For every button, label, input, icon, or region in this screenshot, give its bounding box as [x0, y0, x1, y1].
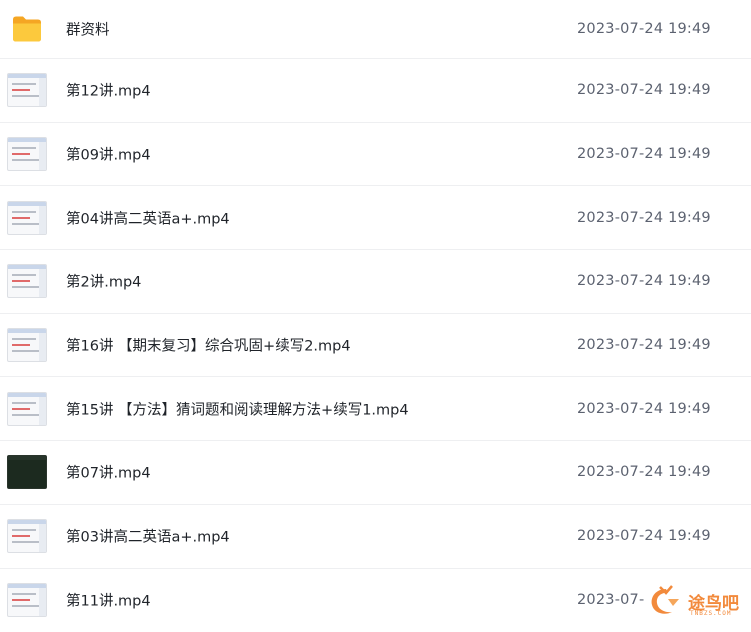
file-date: 2023-07-24 19:49 — [577, 82, 711, 98]
list-item[interactable]: 第15讲 【方法】猜词题和阅读理解方法+续写1.mp4 2023-07-24 1… — [0, 377, 751, 441]
video-thumbnail — [7, 583, 47, 617]
list-item[interactable]: 第2讲.mp4 2023-07-24 19:49 — [0, 250, 751, 314]
watermark-logo-icon — [646, 583, 686, 619]
video-thumbnail — [7, 264, 47, 298]
file-date: 2023-07-24 19:49 — [577, 464, 711, 480]
list-item[interactable]: 群资料 2023-07-24 19:49 — [0, 0, 751, 59]
folder-icon — [11, 16, 43, 43]
list-item[interactable]: 第09讲.mp4 2023-07-24 19:49 — [0, 123, 751, 187]
watermark: 途鸟吧 TNBZS.COM — [646, 583, 746, 619]
video-thumbnail — [7, 137, 47, 171]
list-item[interactable]: 第11讲.mp4 2023-07- — [0, 569, 751, 632]
list-item[interactable]: 第16讲 【期末复习】综合巩固+续写2.mp4 2023-07-24 19:49 — [0, 314, 751, 378]
video-thumbnail — [7, 519, 47, 553]
watermark-subtext: TNBZS.COM — [690, 610, 732, 617]
file-list: 群资料 2023-07-24 19:49 第12讲.mp4 2023-07-24… — [0, 0, 751, 632]
list-item[interactable]: 第07讲.mp4 2023-07-24 19:49 — [0, 441, 751, 505]
file-date: 2023-07- — [577, 592, 644, 608]
video-thumbnail — [7, 73, 47, 107]
list-item[interactable]: 第03讲高二英语a+.mp4 2023-07-24 19:49 — [0, 505, 751, 569]
video-thumbnail — [7, 392, 47, 426]
file-date: 2023-07-24 19:49 — [577, 401, 711, 417]
file-name[interactable]: 第15讲 【方法】猜词题和阅读理解方法+续写1.mp4 — [66, 398, 409, 419]
file-date: 2023-07-24 19:49 — [577, 210, 711, 226]
video-thumbnail — [7, 455, 47, 489]
file-name[interactable]: 第07讲.mp4 — [66, 462, 151, 483]
file-name[interactable]: 第2讲.mp4 — [66, 271, 141, 292]
file-name[interactable]: 群资料 — [66, 19, 110, 40]
file-date: 2023-07-24 19:49 — [577, 337, 711, 353]
list-item[interactable]: 第04讲高二英语a+.mp4 2023-07-24 19:49 — [0, 186, 751, 250]
file-name[interactable]: 第11讲.mp4 — [66, 590, 151, 611]
file-name[interactable]: 第12讲.mp4 — [66, 80, 151, 101]
file-name[interactable]: 第16讲 【期末复习】综合巩固+续写2.mp4 — [66, 335, 351, 356]
file-date: 2023-07-24 19:49 — [577, 21, 711, 37]
video-thumbnail — [7, 201, 47, 235]
file-date: 2023-07-24 19:49 — [577, 146, 711, 162]
file-name[interactable]: 第04讲高二英语a+.mp4 — [66, 207, 230, 228]
file-name[interactable]: 第03讲高二英语a+.mp4 — [66, 526, 230, 547]
video-thumbnail — [7, 328, 47, 362]
file-date: 2023-07-24 19:49 — [577, 273, 711, 289]
file-date: 2023-07-24 19:49 — [577, 528, 711, 544]
list-item[interactable]: 第12讲.mp4 2023-07-24 19:49 — [0, 59, 751, 123]
file-name[interactable]: 第09讲.mp4 — [66, 144, 151, 165]
